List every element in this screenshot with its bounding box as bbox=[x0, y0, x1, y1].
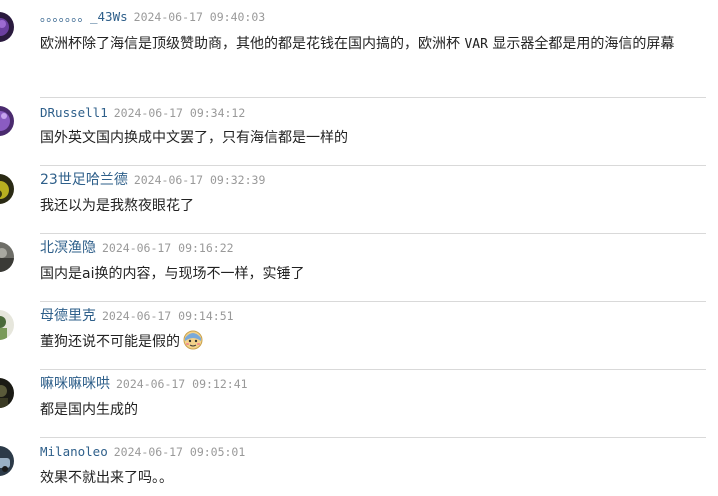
comment-content: 国外英文国内换成中文罢了，只有海信都是一样的 bbox=[40, 130, 348, 146]
comment-content: 都是国内生成的 bbox=[40, 402, 138, 418]
user-avatar[interactable] bbox=[0, 242, 14, 272]
comment-timestamp: 2024-06-17 09:14:51 bbox=[102, 309, 234, 323]
comment-content: 欧洲杯除了海信是顶级赞助商，其他的都是花钱在国内搞的，欧洲杯 VAR 显示器全都… bbox=[40, 36, 675, 52]
comment-content: 董狗还说不可能是假的 bbox=[40, 329, 710, 355]
comment-divider bbox=[40, 437, 706, 438]
comment-content: 国内是ai换的内容，与现场不一样，实锤了 bbox=[40, 266, 305, 282]
user-avatar[interactable] bbox=[0, 378, 14, 408]
comment-username[interactable]: 母德里克 bbox=[40, 308, 96, 324]
comment-timestamp: 2024-06-17 09:12:41 bbox=[116, 377, 248, 391]
comment-divider bbox=[40, 233, 706, 234]
comment-content: 我还以为是我熬夜眼花了 bbox=[40, 198, 194, 214]
comment-timestamp: 2024-06-17 09:32:39 bbox=[133, 173, 266, 187]
comment-timestamp: 2024-06-17 09:34:12 bbox=[113, 106, 246, 120]
comment-divider bbox=[40, 301, 706, 302]
comment-timestamp: 2024-06-17 09:05:01 bbox=[113, 445, 246, 459]
embarrassed-face-emoji bbox=[182, 329, 204, 351]
comment-username[interactable]: 23世足哈兰德 bbox=[40, 172, 128, 188]
user-avatar[interactable] bbox=[0, 106, 14, 136]
comment-divider bbox=[40, 165, 706, 166]
comment-username[interactable]: Milanoleo bbox=[40, 444, 108, 459]
comment-username[interactable]: 嘛咪嘛咪哄 bbox=[40, 376, 110, 392]
comment-divider bbox=[40, 369, 706, 370]
user-avatar[interactable] bbox=[0, 12, 14, 42]
comment-timestamp: 2024-06-17 09:16:22 bbox=[102, 241, 234, 255]
user-avatar[interactable] bbox=[0, 310, 14, 340]
comment-username[interactable]: DRussell1 bbox=[40, 105, 108, 120]
comment-content: 效果不就出来了吗。。 bbox=[40, 470, 173, 486]
user-avatar[interactable] bbox=[0, 446, 14, 476]
comment-timestamp: 2024-06-17 09:40:03 bbox=[133, 10, 266, 24]
user-avatar[interactable] bbox=[0, 174, 14, 204]
comment-username[interactable]: 北溟渔隐 bbox=[40, 240, 96, 256]
comment-username[interactable]: 。。。。。。。_43Ws bbox=[40, 9, 128, 24]
comment-divider bbox=[40, 97, 706, 98]
